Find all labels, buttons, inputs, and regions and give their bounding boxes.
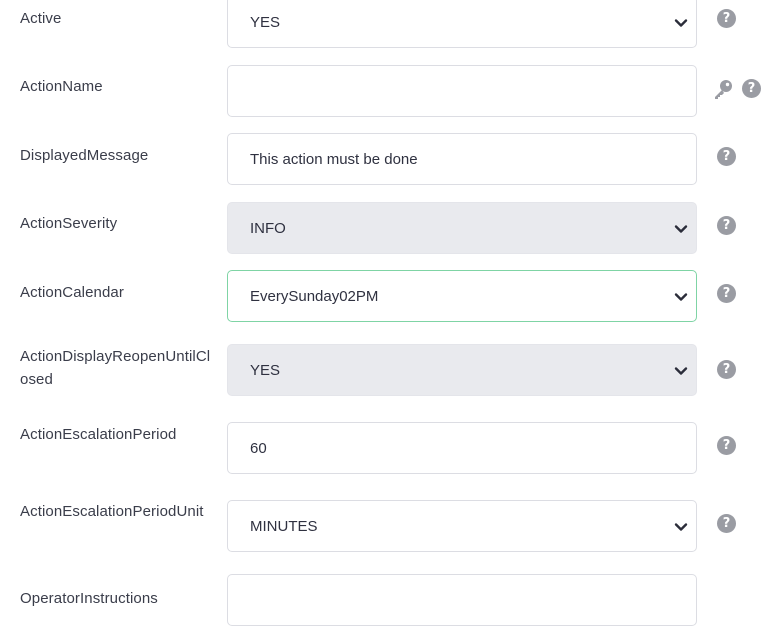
action-calendar-value: EverySunday02PM: [250, 288, 379, 305]
action-escalation-period-unit-label: ActionEscalationPeriodUnit: [20, 503, 204, 520]
action-name-input[interactable]: [227, 65, 697, 117]
displayed-message-value: This action must be done: [250, 151, 418, 168]
active-help-icon[interactable]: ?: [717, 9, 736, 28]
key-icon[interactable]: [712, 78, 734, 100]
active-value: YES: [250, 14, 281, 31]
action-calendar-label: ActionCalendar: [20, 284, 124, 301]
action-display-reopen-label: ActionDisplayReopenUntilClosed: [20, 348, 211, 388]
action-escalation-period-value: 60: [250, 440, 267, 457]
action-name-label: ActionName: [20, 78, 103, 95]
action-calendar-select[interactable]: EverySunday02PM: [227, 270, 697, 322]
operator-instructions-textarea[interactable]: [227, 574, 697, 626]
action-severity-help-icon[interactable]: ?: [717, 216, 736, 235]
action-display-reopen-value: YES: [250, 362, 281, 379]
action-name-help-icon[interactable]: ?: [742, 79, 761, 98]
chevron-down-icon: [674, 293, 688, 301]
action-escalation-period-unit-select[interactable]: MINUTES: [227, 500, 697, 552]
action-severity-select[interactable]: INFO: [227, 202, 697, 254]
action-escalation-period-unit-help-icon[interactable]: ?: [717, 514, 736, 533]
action-escalation-period-input[interactable]: 60: [227, 422, 697, 474]
action-escalation-period-label: ActionEscalationPeriod: [20, 426, 177, 443]
action-escalation-period-help-icon[interactable]: ?: [717, 436, 736, 455]
displayed-message-input[interactable]: This action must be done: [227, 133, 697, 185]
chevron-down-icon: [674, 367, 688, 375]
action-calendar-help-icon[interactable]: ?: [717, 284, 736, 303]
action-display-reopen-select[interactable]: YES: [227, 344, 697, 396]
action-display-reopen-help-icon[interactable]: ?: [717, 360, 736, 379]
active-label: Active: [20, 10, 62, 27]
operator-instructions-label: OperatorInstructions: [20, 590, 158, 607]
displayed-message-help-icon[interactable]: ?: [717, 147, 736, 166]
action-escalation-period-unit-value: MINUTES: [250, 518, 318, 535]
chevron-down-icon: [674, 225, 688, 233]
action-severity-value: INFO: [250, 220, 286, 237]
active-select[interactable]: YES: [227, 0, 697, 48]
displayed-message-label: DisplayedMessage: [20, 147, 149, 164]
chevron-down-icon: [674, 523, 688, 531]
chevron-down-icon: [674, 19, 688, 27]
action-severity-label: ActionSeverity: [20, 215, 118, 232]
